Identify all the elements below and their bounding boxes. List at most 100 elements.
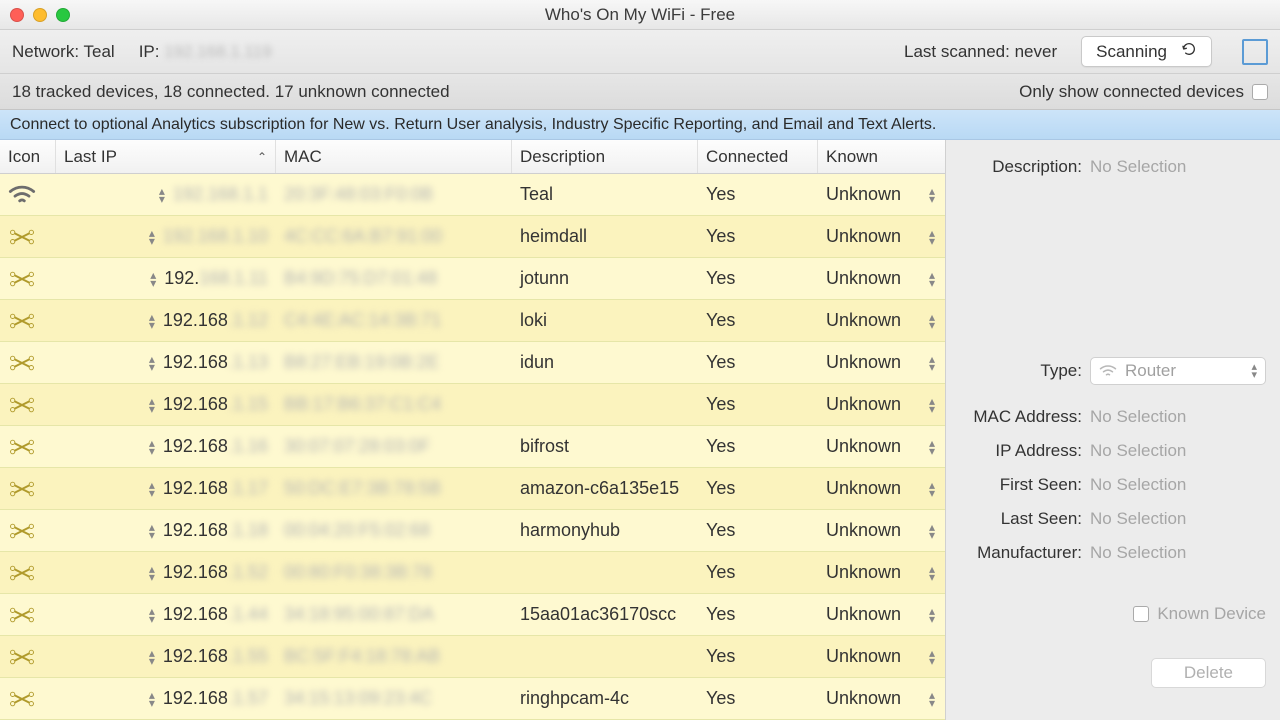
table-row[interactable]: ▴▾192.168.1.11B4:9D:75:D7:01:48jotunnYes… — [0, 258, 945, 300]
wifi-icon — [0, 174, 56, 215]
zoom-icon[interactable] — [56, 8, 70, 22]
table-row[interactable]: ▴▾192.168.1.1630:07:07:28:03:0FbifrostYe… — [0, 426, 945, 468]
cell-connected: Yes — [698, 174, 818, 215]
stepper-icon[interactable]: ▴▾ — [149, 607, 155, 623]
col-last-ip[interactable]: Last IP⌃ — [56, 140, 276, 173]
focus-indicator[interactable] — [1242, 39, 1268, 65]
table-row[interactable]: ▴▾192.168.1.104C:CC:6A:B7:91:00heimdallY… — [0, 216, 945, 258]
stepper-icon[interactable]: ▴▾ — [929, 229, 935, 245]
table-row[interactable]: ▴▾192.168.1.5200:80:F0:38:3B:78YesUnknow… — [0, 552, 945, 594]
stepper-icon[interactable]: ▴▾ — [149, 313, 155, 329]
stepper-icon[interactable]: ▴▾ — [149, 691, 155, 707]
table-row[interactable]: ▴▾192.168.1.55BC:5F:F4:18:78:AB YesUnknow… — [0, 636, 945, 678]
stepper-icon[interactable]: ▴▾ — [929, 439, 935, 455]
stepper-icon[interactable]: ▴▾ — [149, 355, 155, 371]
cell-known: Unknown▴▾ — [818, 216, 945, 257]
table-row[interactable]: ▴▾192.168.1.5734:15:13:09:23:4Cringhpcam… — [0, 678, 945, 720]
type-select[interactable]: Router ▴▾ — [1090, 357, 1266, 385]
table-row[interactable]: ▴▾192.168.1.1750:DC:E7:3B:78:5Bamazon-c6… — [0, 468, 945, 510]
table-row[interactable]: ▴▾192.168.1.120:3F:48:03:F0:0BTealYesUnk… — [0, 174, 945, 216]
cell-connected: Yes — [698, 342, 818, 383]
panel-firstseen-label: First Seen: — [960, 475, 1090, 495]
cell-connected: Yes — [698, 678, 818, 719]
network-label: Network: Teal — [12, 42, 115, 62]
cell-mac: B4:9D:75:D7:01:48 — [276, 258, 512, 299]
panel-ip-value: No Selection — [1090, 441, 1186, 461]
known-device-checkbox[interactable] — [1133, 606, 1149, 622]
cell-connected: Yes — [698, 216, 818, 257]
stepper-icon[interactable]: ▴▾ — [929, 355, 935, 371]
table-row[interactable]: ▴▾192.168.1.15BB:17:B6:37:C1:C4YesUnknow… — [0, 384, 945, 426]
cell-known: Unknown▴▾ — [818, 300, 945, 341]
cell-connected: Yes — [698, 468, 818, 509]
cell-last-ip: ▴▾192.168.1.15 — [56, 384, 276, 425]
stepper-icon[interactable]: ▴▾ — [150, 271, 156, 287]
cell-mac: B8:27:EB:19:0B:2E — [276, 342, 512, 383]
col-description[interactable]: Description — [512, 140, 698, 173]
cell-last-ip: ▴▾192.168.1.52 — [56, 552, 276, 593]
table-row[interactable]: ▴▾192.168.1.1800:04:20:F5:02:68harmonyhu… — [0, 510, 945, 552]
col-known[interactable]: Known — [818, 140, 945, 173]
minimize-icon[interactable] — [33, 8, 47, 22]
col-icon[interactable]: Icon — [0, 140, 56, 173]
stepper-icon[interactable]: ▴▾ — [929, 481, 935, 497]
titlebar: Who's On My WiFi - Free — [0, 0, 1280, 30]
chevron-up-icon: ⌃ — [257, 150, 267, 164]
cell-connected: Yes — [698, 426, 818, 467]
cell-last-ip: ▴▾192.168.1.55 — [56, 636, 276, 677]
stepper-icon[interactable]: ▴▾ — [929, 691, 935, 707]
only-connected-checkbox[interactable] — [1252, 84, 1268, 100]
stepper-icon[interactable]: ▴▾ — [149, 481, 155, 497]
stepper-icon[interactable]: ▴▾ — [149, 397, 155, 413]
col-mac[interactable]: MAC — [276, 140, 512, 173]
network-node-icon — [0, 300, 56, 341]
stepper-icon[interactable]: ▴▾ — [929, 313, 935, 329]
cell-mac: 20:3F:48:03:F0:0B — [276, 174, 512, 215]
cell-known: Unknown▴▾ — [818, 468, 945, 509]
panel-ip-label: IP Address: — [960, 441, 1090, 461]
stepper-icon[interactable]: ▴▾ — [149, 649, 155, 665]
cell-last-ip: ▴▾192.168.1.16 — [56, 426, 276, 467]
stepper-icon[interactable]: ▴▾ — [929, 187, 935, 203]
stepper-icon[interactable]: ▴▾ — [149, 439, 155, 455]
stepper-icon[interactable]: ▴▾ — [929, 649, 935, 665]
delete-button[interactable]: Delete — [1151, 658, 1266, 688]
cell-known: Unknown▴▾ — [818, 636, 945, 677]
cell-connected: Yes — [698, 636, 818, 677]
cell-description: bifrost — [512, 426, 698, 467]
cell-description: amazon-c6a135e15 — [512, 468, 698, 509]
cell-description: heimdall — [512, 216, 698, 257]
stepper-icon[interactable]: ▴▾ — [929, 271, 935, 287]
cell-description: ringhpcam-4c — [512, 678, 698, 719]
scan-button[interactable]: Scanning — [1081, 36, 1212, 67]
table-row[interactable]: ▴▾192.168.1.4434:18:95:00:87:DA15aa01ac3… — [0, 594, 945, 636]
table-row[interactable]: ▴▾192.168.1.12C4:4E:AC:14:3B:71lokiYesUn… — [0, 300, 945, 342]
cell-description: idun — [512, 342, 698, 383]
cell-description — [512, 384, 698, 425]
stepper-icon[interactable]: ▴▾ — [929, 565, 935, 581]
table-header: Icon Last IP⌃ MAC Description Connected … — [0, 140, 945, 174]
panel-description-value: No Selection — [1090, 157, 1186, 177]
table-row[interactable]: ▴▾192.168.1.13B8:27:EB:19:0B:2EidunYesUn… — [0, 342, 945, 384]
col-connected[interactable]: Connected — [698, 140, 818, 173]
cell-mac: 30:07:07:28:03:0F — [276, 426, 512, 467]
cell-mac: 34:15:13:09:23:4C — [276, 678, 512, 719]
network-node-icon — [0, 636, 56, 677]
network-node-icon — [0, 510, 56, 551]
cell-description: loki — [512, 300, 698, 341]
cell-last-ip: ▴▾192.168.1.1 — [56, 174, 276, 215]
stepper-icon[interactable]: ▴▾ — [159, 187, 165, 203]
stepper-icon[interactable]: ▴▾ — [929, 397, 935, 413]
analytics-banner[interactable]: Connect to optional Analytics subscripti… — [0, 110, 1280, 140]
cell-last-ip: ▴▾192.168.1.12 — [56, 300, 276, 341]
stepper-icon[interactable]: ▴▾ — [929, 607, 935, 623]
network-node-icon — [0, 384, 56, 425]
device-table: Icon Last IP⌃ MAC Description Connected … — [0, 140, 946, 720]
stepper-icon[interactable]: ▴▾ — [929, 523, 935, 539]
wifi-icon — [1099, 364, 1117, 378]
close-icon[interactable] — [10, 8, 24, 22]
stepper-icon[interactable]: ▴▾ — [149, 565, 155, 581]
cell-mac: BC:5F:F4:18:78:AB — [276, 636, 512, 677]
stepper-icon[interactable]: ▴▾ — [149, 523, 155, 539]
stepper-icon[interactable]: ▴▾ — [149, 229, 155, 245]
